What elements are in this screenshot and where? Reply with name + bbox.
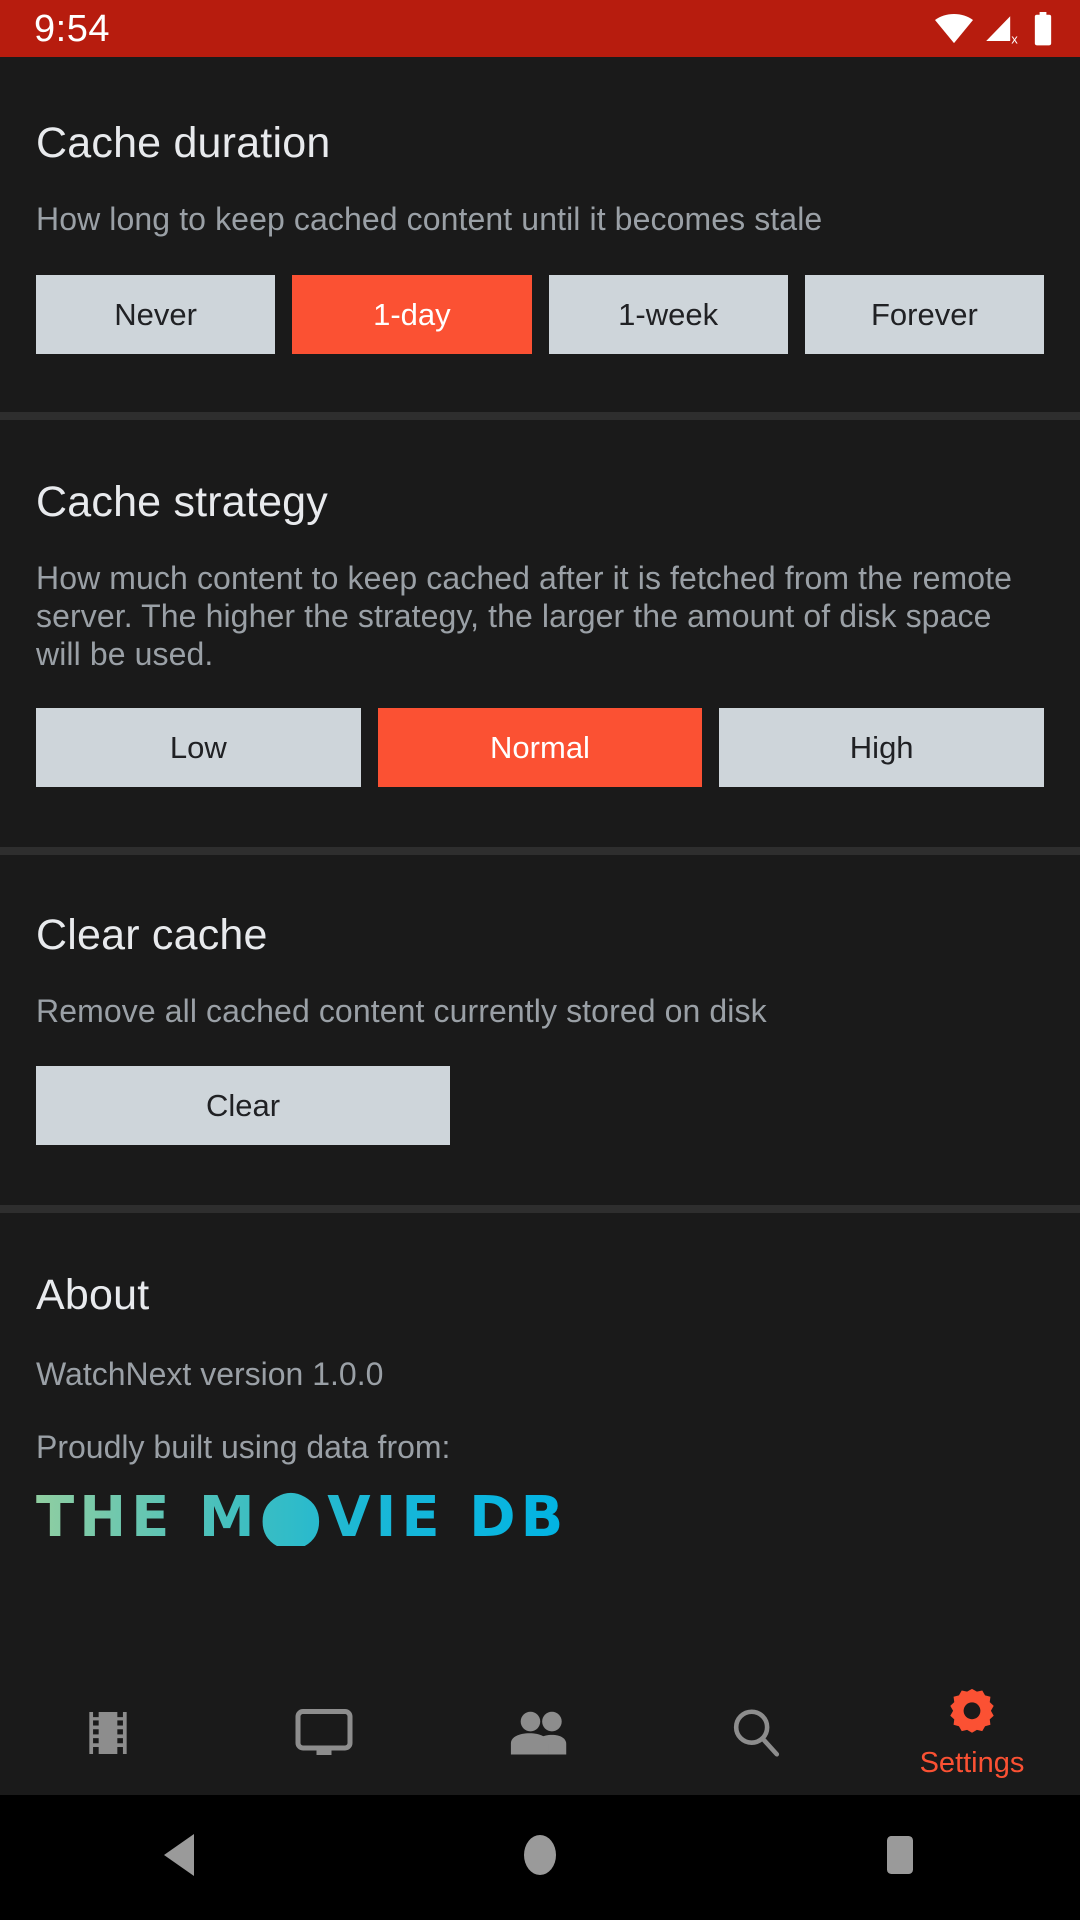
clear-cache-button[interactable]: Clear [36,1066,450,1146]
settings-content: Cache duration How long to keep cached c… [0,57,1080,1670]
section-divider [0,1205,1080,1214]
cache-strategy-options: Low Normal High [36,708,1045,788]
bottom-tab-bar: Settings [0,1670,1080,1795]
cache-strategy-option-low[interactable]: Low [36,708,361,788]
cache-duration-option-forever[interactable]: Forever [804,275,1044,355]
tmdb-logo: THE M⬤VIE DB [36,1485,569,1551]
cache-duration-options: Never 1-day 1-week Forever [36,275,1044,355]
recents-icon [881,1832,919,1883]
wifi-icon [934,13,974,44]
search-icon [727,1704,785,1762]
back-icon [160,1832,200,1883]
cache-duration-option-1-week[interactable]: 1-week [548,275,788,355]
gear-icon [944,1687,1000,1743]
cellular-off-icon: x [983,13,1023,45]
section-clear-cache: Clear cache Remove all cached content cu… [0,855,1080,1206]
clear-cache-description: Remove all cached content currently stor… [36,993,767,1030]
clear-cache-title: Clear cache [36,911,268,960]
cache-duration-description: How long to keep cached content until it… [36,201,823,237]
people-icon [509,1706,571,1760]
home-button[interactable] [465,1795,615,1920]
system-navigation-bar [0,1795,1080,1920]
cache-duration-title: Cache duration [36,119,331,167]
tab-tv[interactable] [216,1670,432,1795]
about-title: About [36,1271,150,1320]
home-icon [521,1832,559,1883]
back-button[interactable] [105,1795,255,1920]
section-cache-duration: Cache duration How long to keep cached c… [0,57,1080,413]
status-bar: 9:54 x [0,0,1080,57]
cache-strategy-option-high[interactable]: High [719,708,1045,788]
tab-settings[interactable]: Settings [864,1670,1080,1795]
section-divider [0,847,1080,856]
cache-strategy-description: How much content to keep cached after it… [36,560,1013,673]
tab-movies[interactable] [0,1670,216,1795]
cache-duration-option-1-day[interactable]: 1-day [292,275,532,355]
about-version: WatchNext version 1.0.0 [36,1356,384,1393]
cache-strategy-option-normal[interactable]: Normal [377,708,703,788]
cache-duration-option-never[interactable]: Never [36,275,276,355]
tab-search[interactable] [648,1670,864,1795]
svg-text:x: x [1011,31,1018,45]
film-strip-icon [80,1705,136,1761]
app-screen: 9:54 x Cache duration How long to keep c… [0,0,1080,1920]
section-cache-strategy: Cache strategy How much content to keep … [0,420,1080,848]
cache-strategy-title: Cache strategy [36,478,329,527]
tab-people[interactable] [432,1670,648,1795]
tab-settings-label: Settings [919,1747,1025,1779]
battery-full-icon [1032,11,1054,46]
status-bar-icons: x [934,11,1054,46]
section-about: About WatchNext version 1.0.0 Proudly bu… [0,1213,1080,1551]
tv-icon [294,1705,354,1761]
recents-button[interactable] [825,1795,975,1920]
section-divider [0,412,1080,421]
about-attribution: Proudly built using data from: [36,1429,451,1466]
status-bar-clock: 9:54 [34,7,110,50]
